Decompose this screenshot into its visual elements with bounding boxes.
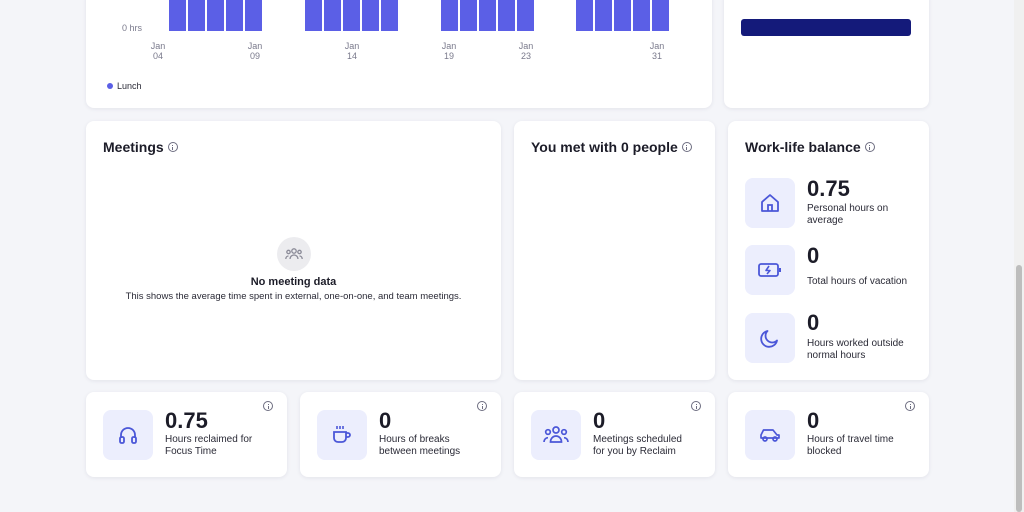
info-icon[interactable] [864,142,875,152]
label-line-1: Hours worked outside [807,338,904,349]
chart-bar[interactable] [479,0,496,31]
work-life-card: Work-life balance 0.75 Personal hours on… [728,121,929,380]
personal-hours-label: Personal hours on average [807,203,888,226]
label-line-1: Meetings scheduled [593,434,682,445]
home-icon [745,178,795,228]
chart-bar[interactable] [305,0,322,31]
info-icon[interactable] [905,401,915,411]
stat-card-focus: 0.75 Hours reclaimed for Focus Time [86,392,287,477]
people-group-icon [285,248,303,260]
chart-bar[interactable] [343,0,360,31]
breaks-value: 0 [379,408,392,433]
chart-bar[interactable] [188,0,205,31]
x-tick-label: Jan 14 [344,41,360,61]
met-with-title: You met with 0 people [531,139,692,155]
label-line-2: for you by Reclaim [593,445,676,457]
chart-legend[interactable]: Lunch [107,81,142,91]
label-line-2: normal hours [807,349,866,361]
label-line-1: Hours of travel time [807,434,894,445]
lunch-chart-card: 0 hrs Jan 04 Jan 09 Jan 14 Jan 19 Jan 23 Jan 31 Lun… [86,0,712,108]
chart-bar[interactable] [324,0,341,31]
x-tick-label: Jan 04 [150,41,166,61]
label-line-1: Total hours of vacation [807,276,908,287]
empty-state-icon [277,237,311,271]
label-line-1: Hours of breaks [379,434,450,445]
car-icon [745,410,795,460]
chart-bar[interactable] [460,0,477,31]
chart-bar[interactable] [226,0,243,31]
chart-bar[interactable] [362,0,379,31]
scrollbar-thumb[interactable] [1016,265,1022,512]
meetings-title-text: Meetings [103,139,164,155]
chart-bar[interactable] [245,0,262,31]
met-with-card: You met with 0 people [514,121,715,380]
info-icon[interactable] [681,142,692,152]
travel-label: Hours of travel time blocked [807,434,894,457]
y-tick-label: 0 hrs [122,23,143,33]
stat-card-breaks: 0 Hours of breaks between meetings [300,392,501,477]
coffee-cup-icon [317,410,367,460]
breaks-label: Hours of breaks between meetings [379,434,460,457]
x-tick-label: Jan 23 [518,41,534,61]
chart-bar[interactable] [517,0,534,31]
chart-bar[interactable] [595,0,612,31]
x-tick-label: Jan 09 [247,41,263,61]
info-icon[interactable] [263,401,273,411]
chart-bar[interactable] [381,0,398,31]
outside-hours-value: 0 [807,310,820,335]
met-with-title-text: You met with 0 people [531,139,678,155]
chart-bar[interactable] [498,0,515,31]
x-tick-label: Jan 19 [441,41,457,61]
chart-bar[interactable] [633,0,650,31]
legend-label-lunch: Lunch [117,81,142,91]
chart-bar[interactable] [441,0,458,31]
moon-icon [745,313,795,363]
x-tick-label: Jan 31 [649,41,665,61]
label-line-2: Focus Time [165,445,217,457]
legend-dot [107,83,113,89]
outside-hours-label: Hours worked outside normal hours [807,338,904,361]
label-line-2: blocked [807,445,842,457]
battery-charging-icon [745,245,795,295]
chart-bar[interactable] [169,0,186,31]
chart-bar[interactable] [576,0,593,31]
info-icon[interactable] [691,401,701,411]
focus-label: Hours reclaimed for Focus Time [165,434,252,457]
action-button[interactable] [741,19,911,36]
stat-card-scheduled: 0 Meetings scheduled for you by Reclaim [514,392,715,477]
label-line-1: Hours reclaimed for [165,434,253,445]
vacation-hours-value: 0 [807,243,820,268]
scheduled-label: Meetings scheduled for you by Reclaim [593,434,682,457]
chart-bar[interactable] [652,0,669,31]
work-life-title-text: Work-life balance [745,139,861,155]
travel-value: 0 [807,408,820,433]
empty-state-title: No meeting data [250,276,337,288]
info-icon[interactable] [477,401,487,411]
personal-hours-value: 0.75 [807,176,850,201]
info-icon[interactable] [167,142,178,152]
chart-bar[interactable] [614,0,631,31]
people-group-icon [531,410,581,460]
work-life-title: Work-life balance [745,139,875,155]
chart-bar[interactable] [207,0,224,31]
meetings-title: Meetings [103,139,178,155]
empty-state-description: This shows the average time spent in ext… [125,291,462,302]
top-right-card [724,0,929,108]
scheduled-value: 0 [593,408,606,433]
label-line-1: Personal hours on [807,203,889,214]
label-line-2: between meetings [379,445,461,457]
vacation-hours-label: Total hours of vacation [807,276,907,288]
meetings-card: Meetings No meeting data This shows the … [86,121,501,380]
headphones-icon [103,410,153,460]
focus-value: 0.75 [165,408,208,433]
label-line-2: average [807,214,844,226]
stat-card-travel: 0 Hours of travel time blocked [728,392,929,477]
